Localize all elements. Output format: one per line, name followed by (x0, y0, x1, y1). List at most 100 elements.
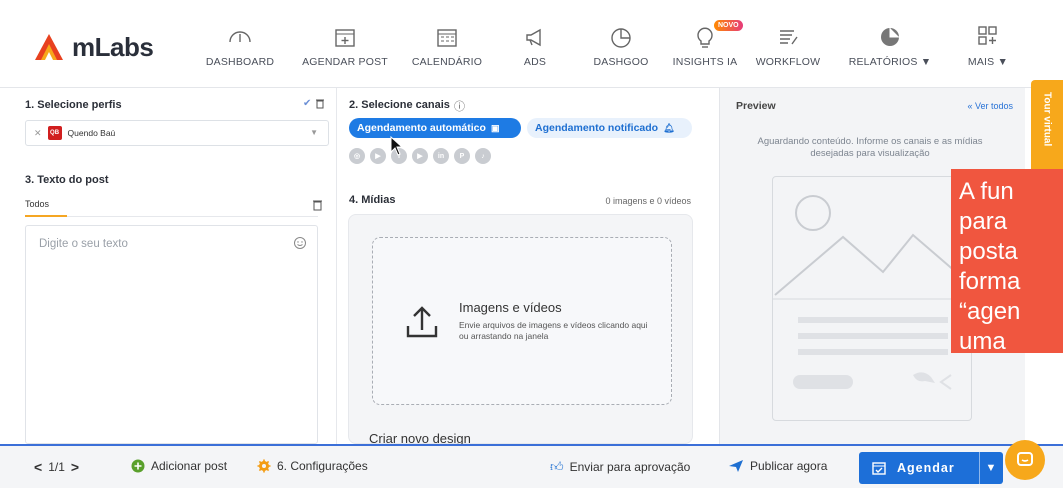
calendar-icon (437, 29, 457, 47)
calendar-check-icon (872, 462, 886, 475)
mlabs-logo[interactable]: mLabs (32, 30, 154, 64)
instagram-icon[interactable]: ◎ (349, 148, 365, 164)
add-post-label: Adicionar post (151, 459, 228, 473)
nav-dashboard[interactable]: DASHBOARD (195, 24, 285, 68)
profile-select[interactable]: ✕ QB Quendo Baú ▼ (25, 120, 329, 146)
pager-text: 1/1 (48, 460, 65, 474)
apps-icon (978, 26, 997, 45)
profiles-title: 1. Selecione perfis (25, 99, 122, 111)
media-box: Imagens e vídeos Envie arquivos de image… (348, 214, 693, 446)
nav-workflow[interactable]: WORKFLOW (743, 24, 833, 68)
post-text-input[interactable]: Digite o seu texto (25, 225, 318, 444)
nav-agendar-post[interactable]: AGENDAR POST (300, 24, 390, 68)
mlabs-logo-icon (35, 34, 63, 60)
remove-profile-icon[interactable]: ✕ (34, 128, 42, 139)
gauge-icon (229, 31, 251, 43)
middle-panel: 2. Selecione canais ⓘ Agendamento automá… (337, 88, 719, 446)
calendar-plus-icon (335, 29, 355, 47)
tour-tab-label: Tour virtual (1041, 92, 1053, 147)
trash-icon[interactable] (312, 199, 323, 211)
trash-icon[interactable] (315, 98, 325, 109)
linkedin-icon[interactable]: in (433, 148, 449, 164)
caption-line: A fun (959, 178, 1014, 205)
bell-icon: 🔔︎ (663, 122, 675, 133)
chevron-down-icon: ▼ (310, 128, 318, 137)
nav-calendario[interactable]: CALENDÁRIO (402, 24, 492, 68)
profile-actions: ✔ (303, 98, 325, 109)
approval-label: Enviar para aprovação (569, 460, 691, 474)
bottom-action-bar: < 1/1 > Adicionar post 6. Configurações … (0, 444, 1063, 488)
send-approval-button[interactable]: 👍︎ Enviar para aprovação (550, 459, 690, 475)
reports-icon (881, 28, 899, 46)
avatar: QB (47, 126, 62, 140)
nav-label: ADS (523, 56, 547, 68)
paper-plane-icon (729, 460, 743, 472)
emoji-icon[interactable] (293, 236, 307, 250)
image-placeholder-icon (773, 195, 973, 390)
drop-description: Envie arquivos de imagens e vídeos clica… (459, 320, 648, 341)
mouse-cursor-icon (390, 136, 404, 156)
megaphone-icon (526, 28, 541, 47)
ver-todos-link[interactable]: « Ver todos (967, 101, 1013, 111)
notif-label: Agendamento notificado (535, 122, 659, 134)
channels-title: 2. Selecione canais (349, 99, 450, 111)
chat-icon (1017, 452, 1033, 466)
workflow-icon (780, 30, 798, 45)
plus-circle-icon (131, 459, 145, 473)
add-post-button[interactable]: Adicionar post (131, 459, 227, 473)
check-all-icon[interactable]: ✔ (303, 98, 311, 109)
nav-ads[interactable]: ADS (490, 24, 580, 68)
agendamento-notificado-button[interactable]: Agendamento notificado 🔔︎ (527, 118, 692, 138)
logo-text: mLabs (72, 31, 154, 62)
novo-badge: NOVO (714, 20, 743, 31)
pinterest-icon[interactable]: P (454, 148, 470, 164)
nav-label: DASHGOO (593, 56, 649, 68)
video-caption-overlay: A fun para posta forma “agen uma (951, 169, 1063, 353)
nav-relatorios[interactable]: RELATÓRIOS ▼ (845, 24, 935, 68)
pie-chart-icon (611, 28, 631, 48)
tiktok-icon[interactable]: ♪ (475, 148, 491, 164)
nav-label: DASHBOARD (205, 56, 275, 68)
settings-label: 6. Configurações (277, 459, 368, 473)
tab-todos[interactable]: Todos (25, 199, 49, 209)
nav-dashgoo[interactable]: DASHGOO (576, 24, 666, 68)
caption-lines: A fun para posta forma “agen uma (951, 169, 1063, 353)
caption-line: “agen (959, 298, 1021, 325)
youtube-shorts-icon[interactable]: ▶ (370, 148, 386, 164)
nav-label: CALENDÁRIO (411, 56, 483, 68)
media-count: 0 imagens e 0 vídeos (605, 196, 691, 206)
post-text-title: 3. Texto do post (25, 174, 109, 186)
chevron-right-icon[interactable]: > (71, 459, 79, 475)
preview-title: Preview (736, 100, 776, 112)
profile-chip: ✕ QB Quendo Baú (34, 126, 115, 140)
preview-placeholder-card (772, 176, 973, 421)
nav-mais[interactable]: MAIS ▼ (943, 24, 1033, 68)
thumbs-up-icon: 👍︎ (550, 459, 564, 474)
caption-line: para (959, 208, 1008, 235)
agendamento-automatico-button[interactable]: Agendamento automático ▣ (349, 118, 521, 138)
agendar-main: Agendar (859, 460, 979, 476)
publish-now-button[interactable]: Publicar agora (728, 459, 827, 473)
text-placeholder: Digite o seu texto (39, 238, 128, 250)
tab-divider (25, 216, 318, 217)
gear-icon (257, 459, 271, 473)
info-icon[interactable]: ⓘ (454, 98, 465, 114)
nav-label: INSIGHTS IA (672, 56, 738, 68)
chat-support-button[interactable] (1005, 440, 1045, 480)
top-navigation: mLabs DASHBOARD AGENDAR POST CALENDÁRIO … (0, 0, 1063, 88)
nav-label: MAIS ▼ (967, 56, 1009, 68)
agendar-label: Agendar (897, 461, 955, 475)
left-panel: 1. Selecione perfis ✔ ✕ QB Quendo Baú ▼ … (0, 88, 337, 444)
agendar-button[interactable]: Agendar ▼ (859, 452, 1003, 484)
drop-title: Imagens e vídeos (459, 300, 562, 315)
nav-insights-ia[interactable]: NOVO INSIGHTS IA (660, 20, 750, 68)
nav-label: AGENDAR POST (302, 56, 388, 68)
media-drop-zone[interactable]: Imagens e vídeos Envie arquivos de image… (372, 237, 672, 405)
tour-virtual-tab[interactable]: Tour virtual (1031, 80, 1063, 176)
profile-name: Quendo Baú (67, 128, 116, 138)
youtube-icon[interactable]: ▶ (412, 148, 428, 164)
auto-label: Agendamento automático (357, 122, 486, 134)
chevron-down-icon[interactable]: ▼ (979, 452, 1003, 484)
settings-button[interactable]: 6. Configurações (257, 459, 368, 473)
chevron-left-icon[interactable]: < (34, 459, 42, 475)
